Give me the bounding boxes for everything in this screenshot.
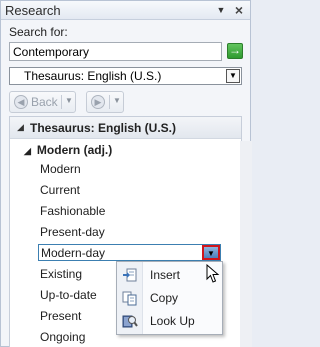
forward-arrow-icon: ▶ bbox=[91, 95, 105, 109]
item-dropdown-button[interactable]: ▼ bbox=[202, 245, 220, 260]
reference-book-select[interactable]: Thesaurus: English (U.S.) ▼ bbox=[9, 67, 242, 85]
divider bbox=[61, 95, 62, 109]
forward-button[interactable]: ▶ ▼ bbox=[86, 91, 124, 113]
chevron-down-icon: ▼ bbox=[207, 249, 215, 258]
reference-book-value: Thesaurus: English (U.S.) bbox=[24, 69, 162, 83]
synonym-item[interactable]: Current bbox=[40, 183, 80, 197]
back-arrow-icon: ◀ bbox=[14, 95, 28, 109]
insert-icon bbox=[123, 268, 137, 282]
copy-icon bbox=[122, 291, 137, 306]
chevron-down-icon[interactable]: ▼ bbox=[113, 96, 121, 105]
collapse-triangle-icon[interactable]: ◢ bbox=[17, 122, 24, 133]
menu-item-look-up[interactable]: Look Up bbox=[117, 310, 222, 332]
mouse-pointer-icon bbox=[206, 264, 220, 283]
synonym-item[interactable]: Present bbox=[40, 309, 81, 323]
search-label: Search for: bbox=[9, 25, 68, 39]
menu-item-label: Look Up bbox=[150, 314, 195, 328]
synonym-item[interactable]: Ongoing bbox=[40, 330, 85, 344]
arrow-right-icon: → bbox=[229, 43, 241, 57]
group-header[interactable]: ◢ Modern (adj.) bbox=[24, 143, 112, 157]
group-header-label: Modern (adj.) bbox=[36, 143, 113, 157]
back-button[interactable]: ◀ Back ▼ bbox=[9, 91, 76, 113]
chevron-down-icon[interactable]: ▼ bbox=[65, 96, 73, 105]
back-label: Back bbox=[31, 95, 58, 109]
divider bbox=[109, 95, 110, 109]
collapse-triangle-icon[interactable]: ◢ bbox=[24, 146, 31, 156]
scrollbar[interactable] bbox=[240, 141, 252, 347]
menu-item-label: Insert bbox=[150, 268, 181, 282]
results-header[interactable]: ◢ Thesaurus: English (U.S.) bbox=[10, 117, 241, 139]
synonym-item-selected[interactable]: Modern-day ▼ bbox=[38, 244, 221, 261]
look-up-icon bbox=[122, 315, 138, 328]
pane-options-dropdown-icon[interactable]: ▼ bbox=[214, 2, 228, 18]
synonym-item[interactable]: Fashionable bbox=[40, 204, 105, 218]
synonym-item[interactable]: Up-to-date bbox=[40, 288, 97, 302]
synonym-item[interactable]: Existing bbox=[40, 267, 82, 281]
synonym-item[interactable]: Present-day bbox=[40, 225, 105, 239]
pane-title: Research bbox=[5, 3, 61, 18]
results-header-title: Thesaurus: English (U.S.) bbox=[30, 121, 177, 135]
menu-item-label: Copy bbox=[150, 291, 179, 305]
research-pane: Research ▼ × Search for: → Thesaurus: En… bbox=[0, 0, 252, 347]
start-searching-button[interactable]: → bbox=[227, 43, 243, 59]
chevron-down-icon[interactable]: ▼ bbox=[226, 69, 240, 83]
pane-title-bar: Research ▼ × bbox=[1, 1, 250, 20]
menu-item-copy[interactable]: Copy bbox=[117, 287, 222, 309]
synonym-item-label: Modern-day bbox=[41, 246, 106, 260]
search-input[interactable] bbox=[9, 42, 222, 61]
synonym-item[interactable]: Modern bbox=[40, 162, 81, 176]
close-icon[interactable]: × bbox=[231, 1, 247, 19]
